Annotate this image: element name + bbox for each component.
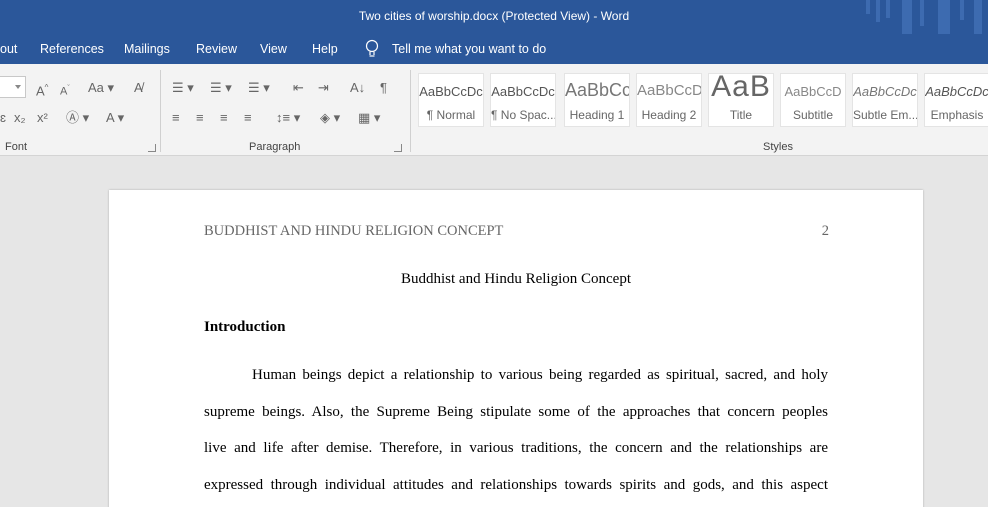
align-right-icon[interactable]: ≡ — [220, 110, 228, 126]
multilevel-list-icon[interactable]: ☰ ▾ — [248, 80, 270, 96]
style-name: ¶ Normal — [426, 108, 476, 122]
body-line: expressed through individual attitudes a… — [204, 477, 828, 493]
change-case-icon[interactable]: Aa ▾ — [88, 80, 114, 96]
section-heading: Introduction — [204, 319, 286, 335]
style-preview: AaBbCcDc — [419, 84, 483, 99]
styles-group-label: Styles — [763, 141, 793, 153]
title-bar-pattern — [858, 0, 988, 34]
document-area[interactable]: BUDDHIST AND HINDU RELIGION CONCEPT 2 Bu… — [0, 157, 988, 507]
show-formatting-icon[interactable]: ¶ — [380, 80, 387, 96]
style-name: Heading 1 — [569, 108, 625, 122]
justify-icon[interactable]: ≡ — [244, 110, 252, 126]
style-preview: AaBbCcD — [784, 84, 842, 99]
style-no-spacing[interactable]: AaBbCcDc ¶ No Spac... — [490, 73, 556, 127]
paragraph-dialog-launcher[interactable] — [394, 144, 402, 152]
group-separator — [160, 70, 161, 152]
align-center-icon[interactable]: ≡ — [196, 110, 204, 126]
style-preview: AaBbCcD — [637, 82, 702, 99]
window-title: Two cities of worship.docx (Protected Vi… — [358, 9, 630, 23]
clear-formatting-icon[interactable]: A̸ — [134, 80, 143, 96]
style-subtle-emphasis[interactable]: AaBbCcDc Subtle Em... — [852, 73, 918, 127]
style-preview: AaBbCc — [565, 80, 630, 100]
subscript-icon[interactable]: x₂ — [14, 110, 26, 126]
style-name: Title — [729, 108, 753, 122]
document-page[interactable]: BUDDHIST AND HINDU RELIGION CONCEPT 2 Bu… — [109, 190, 923, 507]
lightbulb-icon[interactable] — [364, 39, 380, 59]
document-title: Buddhist and Hindu Religion Concept — [401, 271, 631, 287]
borders-icon[interactable]: ▦ ▾ — [358, 110, 380, 126]
numbering-icon[interactable]: ☰ ▾ — [210, 80, 232, 96]
ribbon-tabs: out References Mailings Review View Help… — [0, 34, 988, 64]
tell-me-search[interactable]: Tell me what you want to do — [392, 42, 546, 56]
tab-view[interactable]: View — [260, 42, 287, 56]
title-bar: Two cities of worship.docx (Protected Vi… — [0, 0, 988, 34]
style-title[interactable]: AaB Title — [708, 73, 774, 127]
tab-mailings[interactable]: Mailings — [124, 42, 170, 56]
style-normal[interactable]: AaBbCcDc ¶ Normal — [418, 73, 484, 127]
styles-gallery: AaBbCcDc ¶ Normal AaBbCcDc ¶ No Spac... … — [418, 73, 988, 127]
body-line: supreme beings. Also, the Supreme Being … — [204, 404, 828, 420]
tab-references[interactable]: References — [40, 42, 104, 56]
tab-review[interactable]: Review — [196, 42, 237, 56]
tab-help[interactable]: Help — [312, 42, 338, 56]
body-line: Human beings depict a relationship to va… — [252, 367, 828, 383]
grow-font-icon[interactable]: A^ — [36, 80, 48, 99]
style-heading-1[interactable]: AaBbCc Heading 1 — [564, 73, 630, 127]
shrink-font-icon[interactable]: Aˇ — [60, 81, 70, 100]
shading-icon[interactable]: ◈ ▾ — [320, 110, 340, 126]
paragraph-group-label: Paragraph — [249, 141, 301, 153]
font-dialog-launcher[interactable] — [148, 144, 156, 152]
style-preview: AaBbCcDc — [491, 84, 555, 99]
line-spacing-icon[interactable]: ↕≡ ▾ — [276, 110, 300, 126]
style-heading-2[interactable]: AaBbCcD Heading 2 — [636, 73, 702, 127]
group-separator — [410, 70, 411, 152]
page-number: 2 — [821, 223, 829, 239]
style-preview: AaB — [711, 73, 771, 103]
style-name: Emphasis — [930, 108, 984, 122]
font-size-dropdown[interactable] — [0, 76, 26, 98]
bullets-icon[interactable]: ☰ ▾ — [172, 80, 194, 96]
style-preview: AaBbCcDc — [853, 84, 917, 99]
text-effects-icon[interactable]: Ⓐ ▾ — [66, 110, 89, 126]
style-subtitle[interactable]: AaBbCcD Subtitle — [780, 73, 846, 127]
style-name: Heading 2 — [641, 108, 697, 122]
sort-icon[interactable]: A↓ — [350, 80, 365, 96]
ribbon: A^ Aˇ Aa ▾ A̸ ɛ x₂ x² Ⓐ ▾ A ▾ Font ☰ ▾ ☰… — [0, 64, 988, 156]
increase-indent-icon[interactable]: ⇥ — [318, 80, 329, 96]
align-left-icon[interactable]: ≡ — [172, 110, 180, 126]
tab-layout[interactable]: out — [0, 42, 17, 56]
running-head: BUDDHIST AND HINDU RELIGION CONCEPT — [204, 223, 504, 239]
strikethrough-icon[interactable]: ɛ — [0, 110, 6, 126]
style-name: Subtle Em... — [853, 108, 918, 122]
superscript-icon[interactable]: x² — [37, 110, 48, 126]
font-color-icon[interactable]: A ▾ — [106, 110, 124, 126]
style-emphasis[interactable]: AaBbCcDc Emphasis — [924, 73, 988, 127]
style-name: ¶ No Spac... — [491, 108, 556, 122]
body-line: live and life after demise. Therefore, i… — [204, 440, 828, 456]
style-name: Subtitle — [792, 108, 834, 122]
decrease-indent-icon[interactable]: ⇤ — [293, 80, 304, 96]
font-group-label: Font — [5, 141, 28, 153]
style-preview: AaBbCcDc — [925, 84, 988, 99]
